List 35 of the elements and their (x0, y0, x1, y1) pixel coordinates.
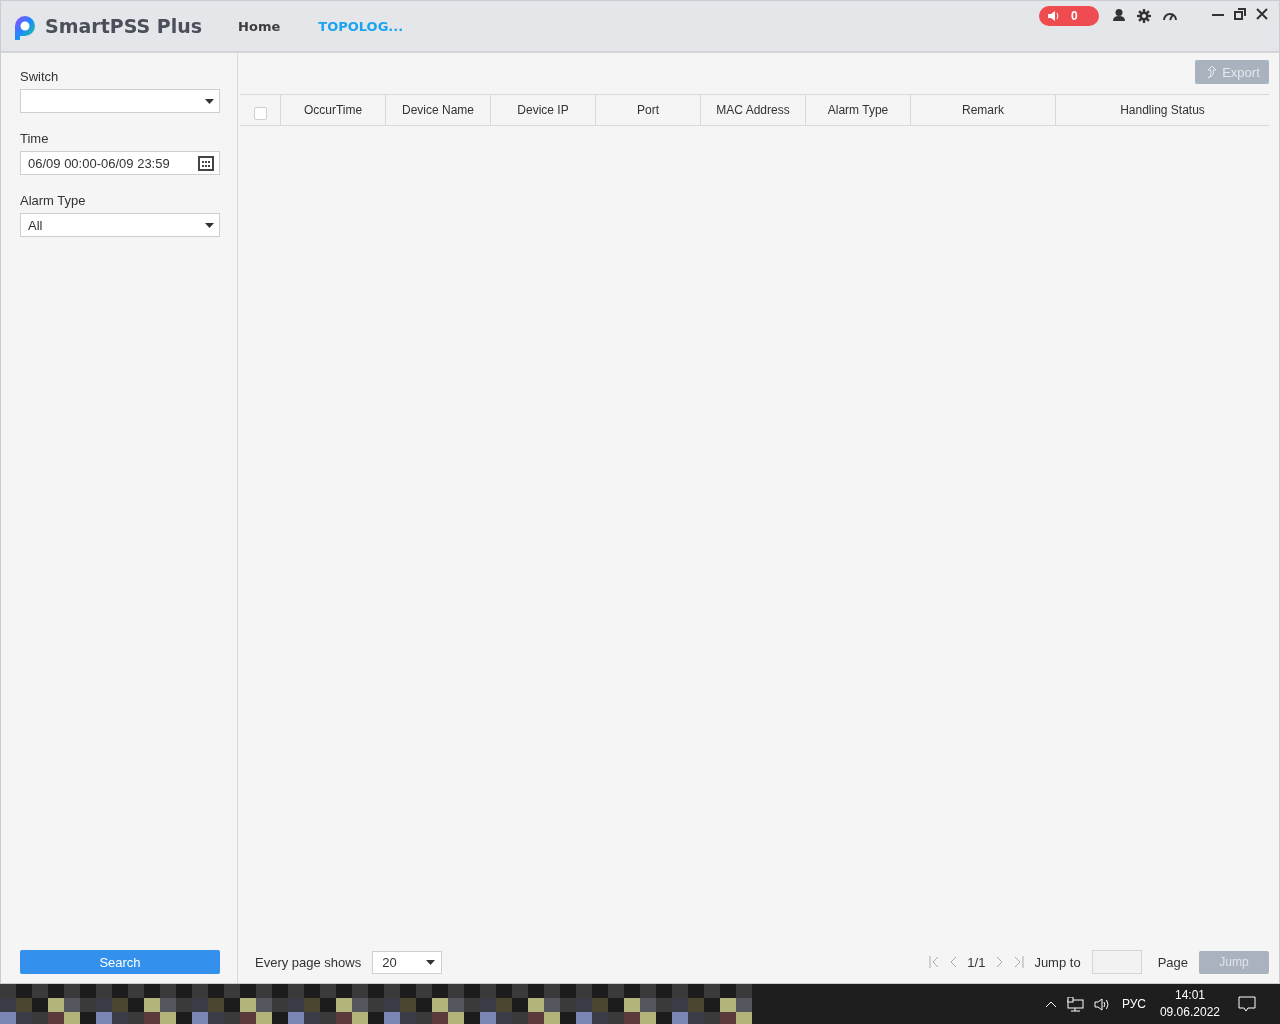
column-header: Device Name (385, 95, 490, 125)
field-label: Time (20, 131, 50, 146)
field-label: Alarm Type (20, 193, 87, 208)
caret-icon (205, 222, 214, 228)
page-label: Page (1157, 954, 1188, 970)
taskbar-clock[interactable]: 14:01 09.06.2022 (1159, 987, 1220, 1021)
select-all-checkbox[interactable] (253, 106, 267, 120)
column-header: Device IP (490, 95, 595, 125)
field-label: Switch (20, 69, 60, 84)
notification-icon[interactable] (1238, 995, 1256, 1013)
column-header: Port (595, 95, 700, 125)
nav-tab[interactable]: Home (238, 18, 281, 34)
app-title: SmartPSS Plus (45, 15, 203, 37)
page-input[interactable] (1091, 950, 1142, 974)
volume-icon[interactable] (1093, 997, 1110, 1011)
column-header: Alarm Type (805, 95, 910, 125)
page-size-dropdown[interactable]: 20 (372, 950, 443, 974)
dropdown-field[interactable] (20, 89, 220, 113)
network-icon[interactable] (1066, 996, 1084, 1012)
chevron-up-icon[interactable] (1044, 1000, 1057, 1008)
jump-label: Jump to (1034, 954, 1081, 970)
caret-icon (426, 959, 436, 965)
alarm-counter[interactable]: 0 (1039, 6, 1099, 26)
speaker-icon (1047, 10, 1061, 22)
dropdown-field[interactable]: All (20, 213, 220, 237)
column-header: Remark (910, 95, 1055, 125)
language-indicator[interactable]: РУС (1121, 997, 1146, 1011)
page-indicator: 1/1 (967, 954, 986, 970)
caret-icon (205, 98, 214, 104)
calendar-icon[interactable] (198, 155, 214, 171)
column-header: MAC Address (700, 95, 805, 125)
page-size-label: Every page shows (255, 954, 362, 970)
date-range-field[interactable]: 06/09 00:00-06/09 23:59 (20, 151, 220, 175)
column-header: Handling Status (1055, 95, 1269, 125)
column-header: OccurTime (280, 95, 385, 125)
